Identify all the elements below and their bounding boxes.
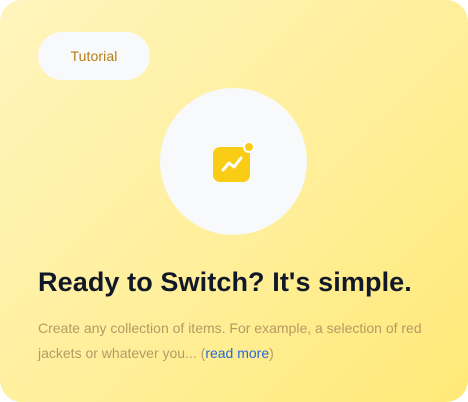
trend-chart-icon bbox=[213, 142, 255, 184]
tutorial-card: Tutorial Ready to Switch? It's simple. C… bbox=[0, 0, 468, 402]
card-description: Create any collection of items. For exam… bbox=[38, 316, 448, 366]
tutorial-badge-label: Tutorial bbox=[70, 48, 118, 64]
paren-close: ) bbox=[269, 345, 274, 361]
card-title: Ready to Switch? It's simple. bbox=[38, 267, 412, 297]
read-more-link[interactable]: read more bbox=[205, 345, 269, 361]
tutorial-badge[interactable]: Tutorial bbox=[38, 32, 150, 80]
